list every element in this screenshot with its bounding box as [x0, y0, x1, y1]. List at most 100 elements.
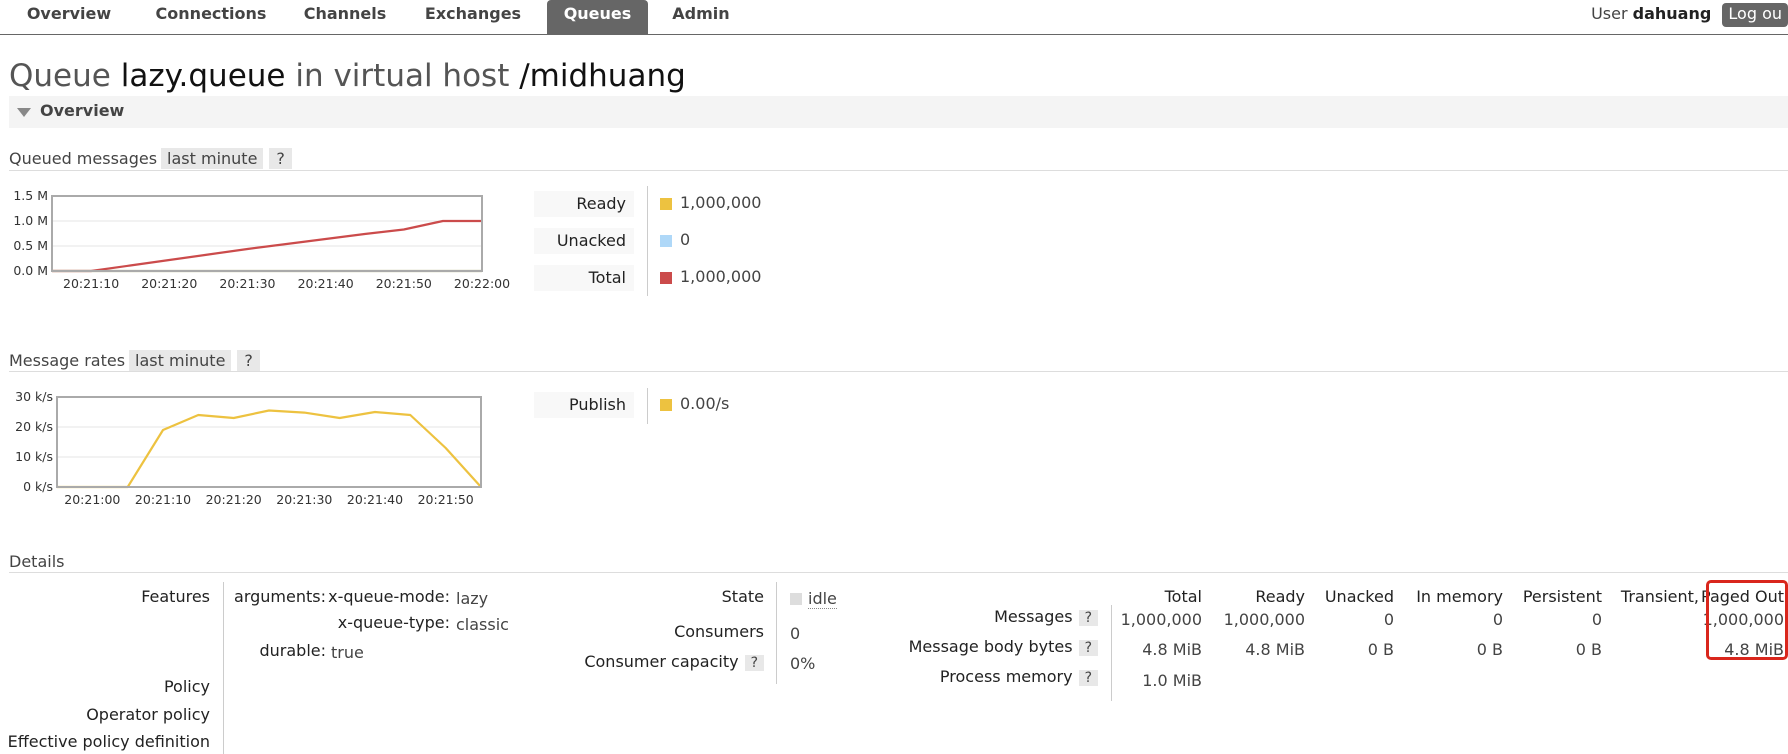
divider	[9, 371, 1788, 372]
consumer-capacity-text: Consumer capacity	[584, 652, 739, 671]
body-bytes-ready: 4.8 MiB	[1245, 640, 1305, 659]
y-tick-label: 0.5 M	[13, 238, 48, 253]
state-idle-text: idle	[808, 589, 837, 609]
consumer-capacity-label: Consumer capacity?	[584, 652, 764, 671]
process-memory-row-text: Process memory	[939, 667, 1073, 686]
tab-admin[interactable]: Admin	[666, 0, 736, 34]
legend-unacked-swatch	[660, 235, 672, 247]
x-tick-label: 20:21:50	[376, 276, 432, 291]
collapse-triangle-icon	[17, 108, 31, 117]
y-tick-label: 0.0 M	[13, 263, 48, 278]
vhost-name: /midhuang	[519, 58, 686, 94]
queued-messages-range[interactable]: last minute	[161, 148, 264, 169]
messages-row-label: Messages?	[994, 607, 1098, 626]
messages-help[interactable]: ?	[1078, 610, 1098, 626]
table-separator	[1111, 605, 1112, 701]
paged-out-highlight	[1706, 580, 1788, 660]
consumer-capacity-value: 0%	[790, 654, 816, 673]
user-name: dahuang	[1632, 4, 1712, 23]
x-tick-label: 20:21:30	[276, 492, 332, 507]
messages-persistent: 0	[1591, 610, 1602, 629]
x-tick-label: 20:21:40	[298, 276, 354, 291]
page-title: Queue lazy.queue in virtual host /midhua…	[9, 58, 686, 94]
legend-publish-label: Publish	[534, 392, 634, 418]
x-tick-label: 20:21:50	[418, 492, 474, 507]
plot-frame	[51, 195, 483, 272]
legend-publish-swatch	[660, 399, 672, 411]
overview-section-toggle[interactable]: Overview	[9, 96, 1788, 128]
body-bytes-total: 4.8 MiB	[1142, 640, 1202, 659]
message-rates-range[interactable]: last minute	[129, 350, 232, 371]
y-tick-label: 1.5 M	[13, 188, 48, 203]
legend-ready-swatch	[660, 198, 672, 210]
divider	[9, 170, 1788, 171]
queued-messages-help[interactable]: ?	[269, 148, 292, 169]
x-tick-label: 20:21:00	[64, 492, 120, 507]
messages-total: 1,000,000	[1120, 610, 1202, 629]
details-heading: Details	[9, 552, 65, 571]
user-label: User	[1591, 4, 1628, 23]
messages-in-memory: 0	[1492, 610, 1503, 629]
tab-connections[interactable]: Connections	[146, 0, 276, 34]
consumer-capacity-help[interactable]: ?	[744, 655, 764, 671]
y-tick-label: 30 k/s	[15, 389, 53, 404]
legend-total-swatch	[660, 272, 672, 284]
y-tick-label: 20 k/s	[15, 419, 53, 434]
arg-value: classic	[456, 615, 509, 634]
queue-name: lazy.queue	[120, 58, 286, 94]
legend-unacked-value: 0	[680, 230, 691, 249]
col-persistent: Persistent	[1522, 587, 1602, 606]
x-tick-label: 20:22:00	[454, 276, 510, 291]
y-tick-label: 0 k/s	[23, 479, 53, 494]
queued-messages-title: Queued messages	[9, 149, 158, 168]
body-bytes-in-memory: 0 B	[1476, 640, 1503, 659]
overview-section-label: Overview	[40, 101, 125, 120]
durable-value: true	[331, 643, 364, 662]
tab-queues[interactable]: Queues	[547, 0, 648, 34]
state-separator	[776, 582, 777, 684]
state-label: State	[721, 587, 764, 606]
body-bytes-persistent: 0 B	[1575, 640, 1602, 659]
legend-separator	[647, 186, 648, 296]
process-memory-row-label: Process memory?	[940, 667, 1098, 686]
process-memory-total: 1.0 MiB	[1142, 671, 1202, 690]
process-memory-help[interactable]: ?	[1078, 670, 1098, 686]
body-bytes-help[interactable]: ?	[1078, 640, 1098, 656]
policy-label: Policy	[163, 677, 210, 696]
message-rates-chart: 0 k/s 10 k/s 20 k/s 30 k/s 20:21:00 20:21:10 2…	[15, 389, 482, 507]
legend-total-value: 1,000,000	[680, 267, 762, 286]
effective-policy-label: Effective policy definition	[7, 732, 210, 751]
messages-ready: 1,000,000	[1223, 610, 1305, 629]
features-label: Features	[141, 587, 210, 606]
y-tick-label: 10 k/s	[15, 449, 53, 464]
message-rates-help[interactable]: ?	[237, 350, 260, 371]
col-ready: Ready	[1255, 587, 1305, 606]
col-transient: Transient,	[1620, 587, 1699, 606]
message-rates-heading: Message rates last minute?	[9, 350, 260, 371]
x-tick-label: 20:21:40	[347, 492, 403, 507]
legend-separator	[647, 388, 648, 424]
legend-ready-value: 1,000,000	[680, 193, 762, 212]
tab-exchanges[interactable]: Exchanges	[418, 0, 528, 34]
col-in-memory: In memory	[1416, 587, 1503, 606]
divider	[9, 572, 1788, 573]
x-tick-label: 20:21:20	[141, 276, 197, 291]
series-line-0	[57, 409, 482, 489]
title-prefix: Queue	[9, 58, 111, 94]
logout-button[interactable]: Log ou	[1722, 3, 1788, 27]
tab-channels[interactable]: Channels	[295, 0, 395, 34]
body-bytes-row-text: Message body bytes	[908, 637, 1073, 656]
legend-publish-value: 0.00/s	[680, 394, 730, 413]
arg-key: x-queue-type:	[337, 613, 450, 632]
tab-overview[interactable]: Overview	[14, 0, 124, 34]
legend-total-label: Total	[534, 265, 634, 291]
user-area: User dahuang Log ou	[1591, 2, 1788, 30]
x-tick-label: 20:21:20	[206, 492, 262, 507]
body-bytes-unacked: 0 B	[1367, 640, 1394, 659]
arg-key: x-queue-mode:	[328, 587, 450, 606]
x-tick-label: 20:21:10	[63, 276, 119, 291]
state-value: idle	[790, 589, 837, 609]
consumers-value: 0	[790, 624, 801, 643]
legend-ready-label: Ready	[534, 191, 634, 217]
details-separator	[223, 582, 224, 754]
